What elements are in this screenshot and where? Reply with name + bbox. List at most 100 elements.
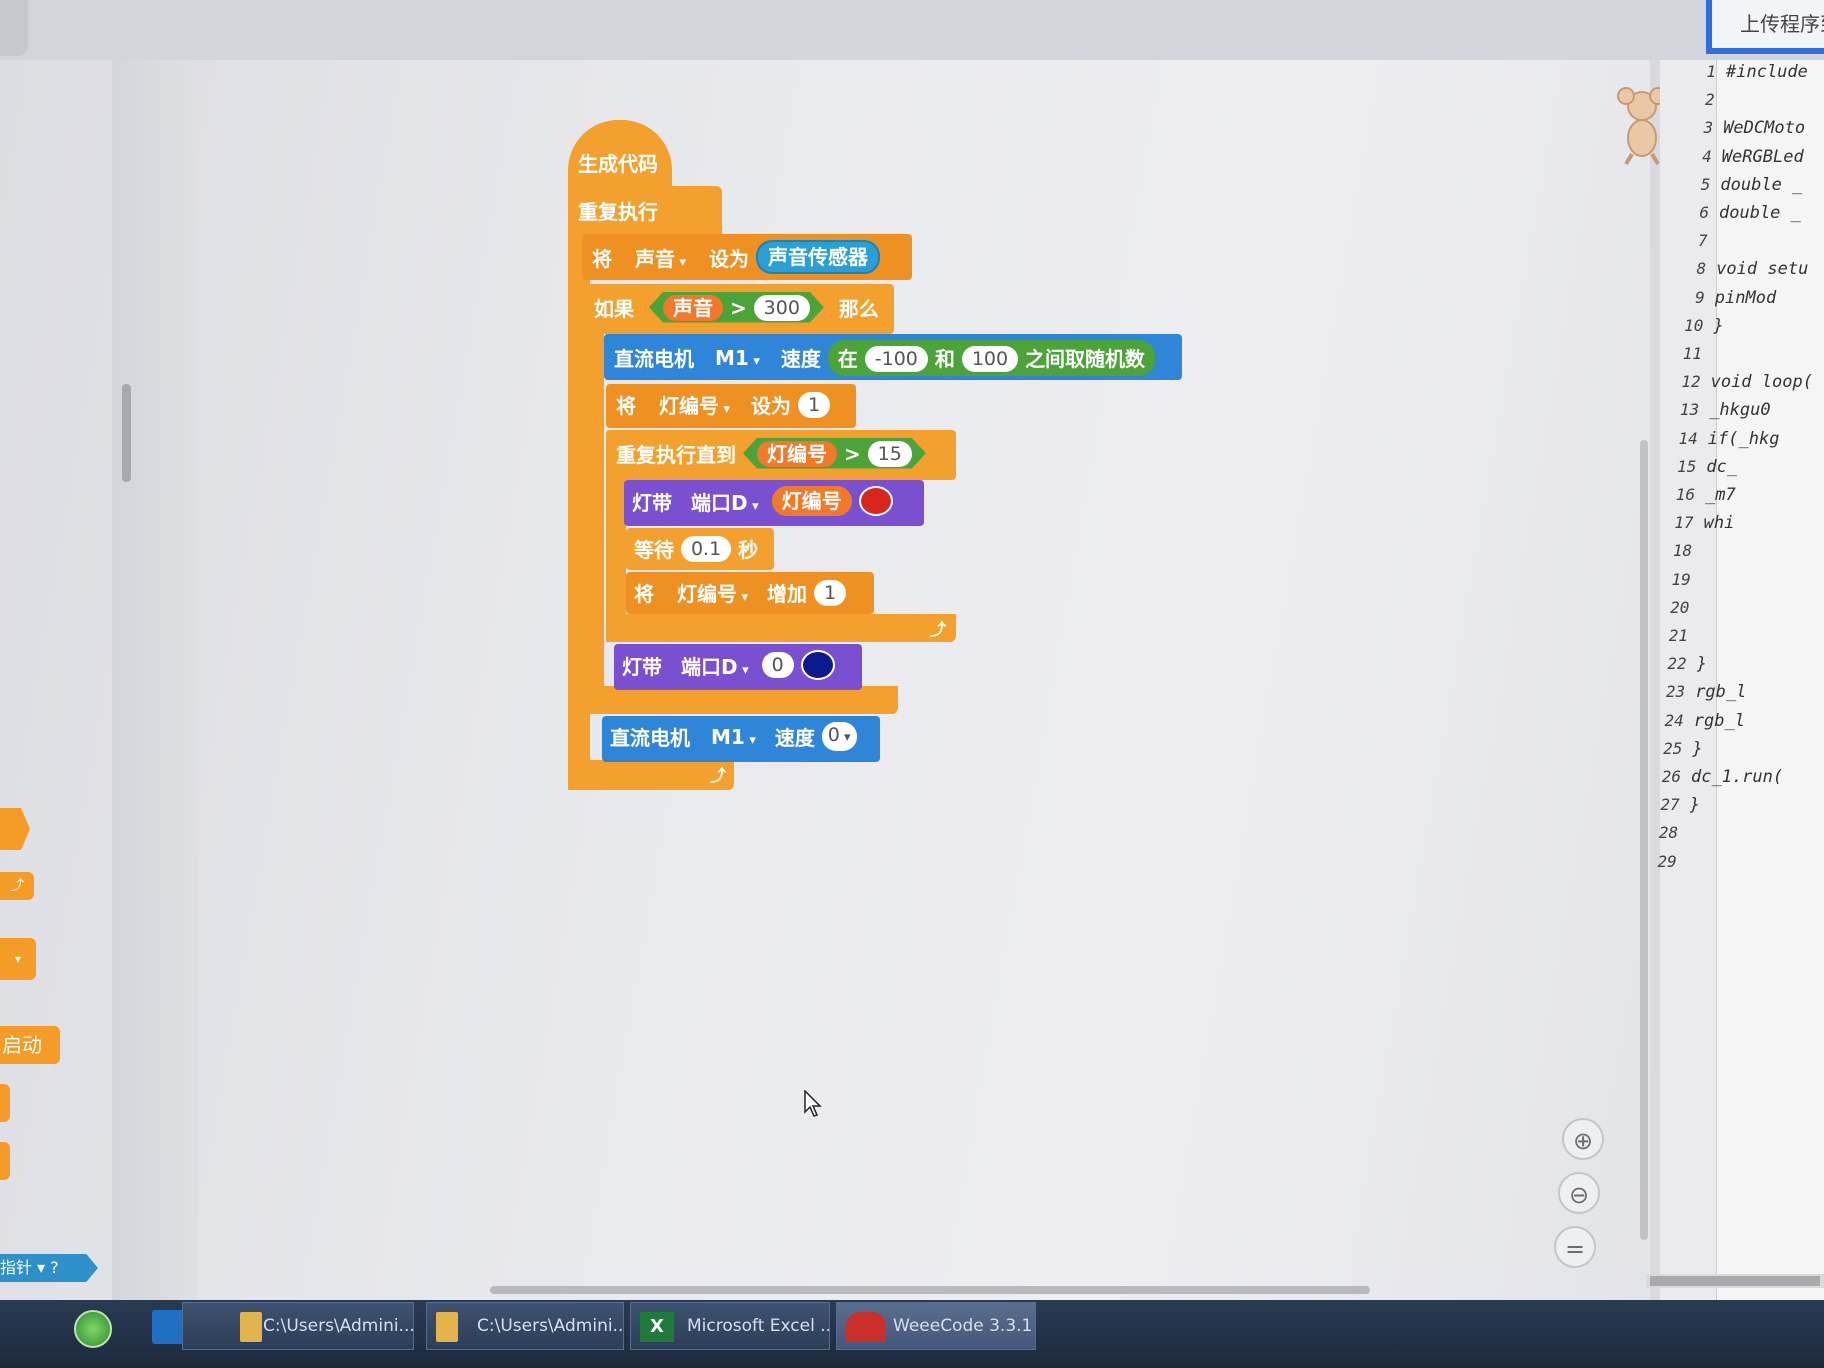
code-line: if(_hkg — [1707, 428, 1780, 449]
code-line-number: 18 — [1672, 541, 1693, 561]
upload-button[interactable]: 上传程序到 — [1706, 0, 1824, 54]
set-prefix: 将 — [616, 394, 636, 418]
if-prefix: 如果 — [594, 296, 634, 321]
code-line: } — [1713, 315, 1724, 336]
led-index-input[interactable]: 0 — [761, 652, 794, 678]
led-index-dropdown[interactable]: 灯编号 — [653, 390, 736, 419]
random-min-input[interactable]: -100 — [864, 345, 928, 372]
loop-arrow-icon: ⤴ — [710, 766, 727, 785]
repeat-until-block[interactable]: 重复执行直到 灯编号 > 15 — [606, 430, 956, 480]
code-line: } — [1689, 795, 1700, 816]
workspace-horizontal-scrollbar[interactable] — [490, 1286, 1370, 1294]
dc-motor-speed-block[interactable]: 直流电机 M1 速度 0 — [602, 716, 880, 762]
random-range-block[interactable]: 在 -100 和 100 之间取随机数 — [827, 340, 1156, 376]
compare-block[interactable]: 声音 > 300 — [649, 292, 824, 323]
taskbar-item-label: WeeeCode 3.3.1 — [893, 1316, 1033, 1336]
compare-value-input[interactable]: 300 — [754, 295, 810, 321]
palette-block-stub[interactable] — [0, 1084, 10, 1122]
code-line-number: 12 — [1681, 372, 1701, 392]
led-strip-block[interactable]: 灯带 端口D 灯编号 — [624, 480, 924, 526]
taskbar-item-label: C:\Users\Admini... — [477, 1316, 624, 1336]
code-scroll-thumb[interactable] — [1650, 1276, 1820, 1286]
code-line: dc_1.run( — [1691, 767, 1784, 787]
code-line: _hkgu0 — [1709, 400, 1771, 421]
motor-label: 直流电机 — [610, 726, 690, 750]
set-variable-block[interactable]: 将 声音 设为 声音传感器 — [582, 234, 912, 280]
forever-block[interactable]: 重复执行 — [568, 186, 722, 234]
code-line: _m7 — [1705, 485, 1736, 505]
led-strip-block[interactable]: 灯带 端口D 0 — [614, 644, 862, 690]
code-line: #include — [1726, 62, 1808, 82]
led-index-variable[interactable]: 灯编号 — [771, 486, 852, 516]
speed-label: 速度 — [774, 726, 815, 750]
wait-block[interactable]: 等待 0.1 秒 — [626, 528, 774, 570]
palette-loop-stub[interactable]: ⤴ — [0, 872, 34, 900]
until-op: > — [843, 441, 861, 466]
wait-seconds-input[interactable]: 0.1 — [680, 535, 732, 562]
led-color-swatch[interactable] — [858, 486, 893, 516]
code-line-number: 19 — [1671, 569, 1691, 589]
code-line-number: 6 — [1699, 203, 1709, 222]
help-icon[interactable]: ? — [50, 1258, 59, 1277]
weeecode-icon — [846, 1312, 886, 1342]
palette-block-stub[interactable] — [0, 1142, 10, 1180]
led-color-swatch[interactable] — [800, 650, 835, 680]
palette-event-stub[interactable]: 启动时 — [0, 1026, 60, 1064]
motor-port-dropdown[interactable]: M1 — [705, 725, 762, 749]
palette-dropdown-stub[interactable]: ▾ — [0, 938, 36, 980]
dc-motor-speed-block[interactable]: 直流电机 M1 速度 在 -100 和 100 之间取随机数 — [604, 334, 1182, 380]
set-led-index-block[interactable]: 将 灯编号 设为 1 — [606, 384, 856, 428]
variable-dropdown[interactable]: 声音 — [629, 243, 692, 272]
code-line-number: 29 — [1657, 851, 1677, 871]
sound-variable[interactable]: 声音 — [663, 295, 723, 321]
code-line-number: 8 — [1696, 259, 1707, 279]
until-value-input[interactable]: 15 — [868, 441, 912, 467]
speed-label: 速度 — [780, 347, 821, 372]
palette-scrollbar[interactable] — [122, 384, 131, 482]
motor-port-dropdown[interactable]: M1 — [709, 346, 766, 370]
led-strip-label: 灯带 — [622, 654, 662, 679]
if-bottom — [582, 686, 898, 714]
code-line: } — [1696, 654, 1707, 675]
code-line-number: 21 — [1668, 626, 1688, 645]
code-line-number: 14 — [1678, 428, 1698, 448]
code-line: rgb_l — [1693, 710, 1745, 731]
code-line-number: 24 — [1664, 710, 1684, 730]
led-port-dropdown[interactable]: 端口D — [675, 651, 755, 680]
until-compare-block[interactable]: 灯编号 > 15 — [743, 438, 926, 469]
palette-edge — [112, 60, 198, 1300]
code-line: whi — [1703, 513, 1735, 534]
hat-label: 生成代码 — [578, 152, 658, 176]
sound-sensor-reporter[interactable]: 声音传感器 — [755, 240, 880, 274]
change-var-dropdown[interactable]: 灯编号 — [671, 578, 754, 607]
code-line-number: 9 — [1695, 287, 1705, 307]
led-port-dropdown[interactable]: 端口D — [685, 487, 765, 516]
change-value-input[interactable]: 1 — [813, 579, 847, 606]
change-variable-block[interactable]: 将 灯编号 增加 1 — [626, 572, 874, 614]
zoom-in-icon[interactable]: ⊕ — [1562, 1118, 1604, 1160]
palette-variable-stub[interactable]: 指针 ▾ ? — [0, 1254, 98, 1282]
zoom-reset-icon[interactable]: = — [1554, 1226, 1596, 1268]
zoom-out-icon[interactable]: ⊖ — [1558, 1172, 1600, 1214]
tab-handle[interactable] — [0, 0, 28, 56]
folder-icon — [240, 1312, 262, 1342]
random-max-input[interactable]: 100 — [961, 345, 1019, 372]
code-line: } — [1692, 738, 1703, 759]
set-value-input[interactable]: 1 — [797, 391, 831, 418]
if-block[interactable]: 如果 声音 > 300 那么 — [582, 284, 894, 334]
code-line-number: 22 — [1667, 654, 1687, 674]
taskbar-item-explorer-1[interactable]: C:\Users\Admini... — [182, 1302, 414, 1350]
code-line-number: 1 — [1706, 62, 1716, 81]
speed-value-dropdown[interactable]: 0 — [821, 722, 857, 751]
if-spine — [582, 330, 604, 710]
code-line-number: 10 — [1684, 315, 1704, 335]
motor-label: 直流电机 — [614, 347, 694, 372]
led-index-variable[interactable]: 灯编号 — [757, 441, 837, 467]
start-grid-icon[interactable] — [152, 1310, 186, 1344]
browser-icon[interactable] — [74, 1310, 112, 1348]
